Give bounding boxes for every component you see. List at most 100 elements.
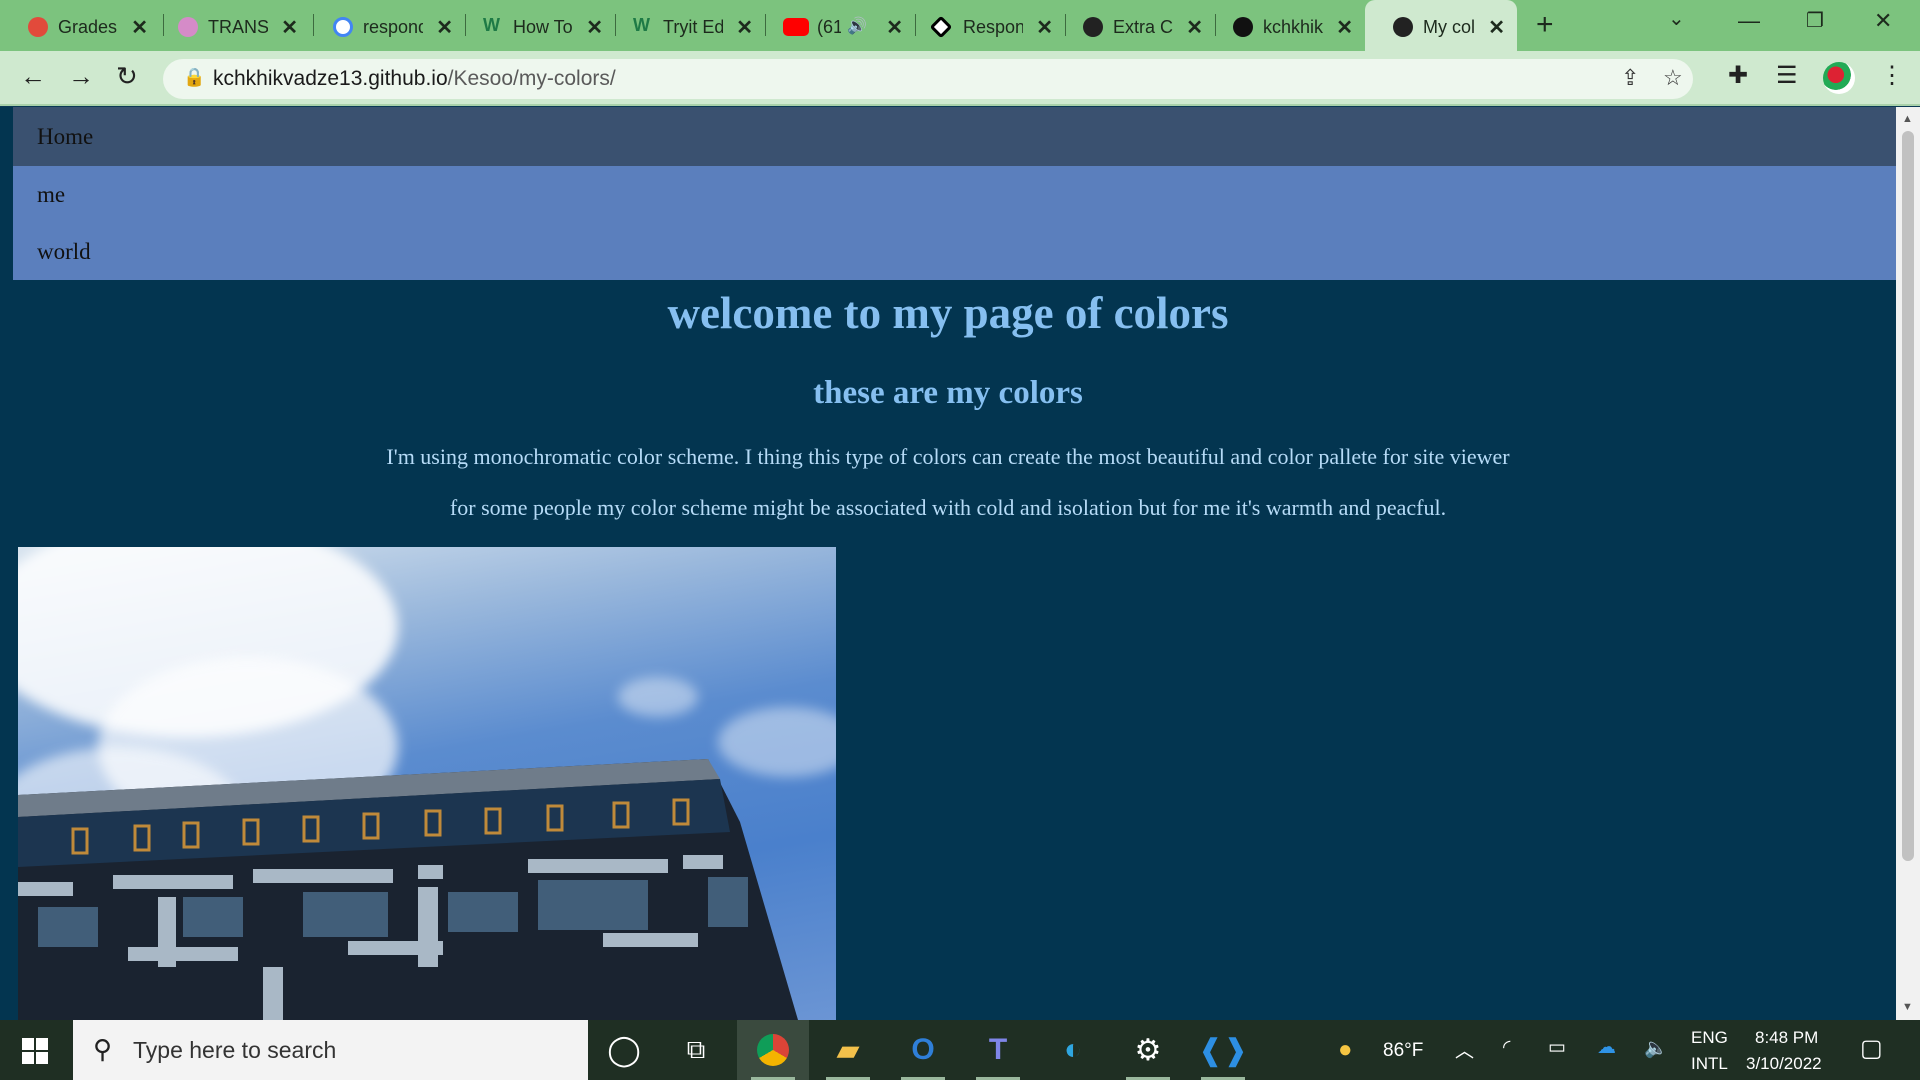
weather-temp[interactable]: 86°F (1383, 1040, 1423, 1062)
search-icon: ⚲ (93, 1034, 113, 1064)
restore-icon[interactable]: ❐ (1806, 8, 1824, 33)
settings-icon[interactable]: ⚙ (1112, 1020, 1184, 1080)
close-icon[interactable]: ✕ (1336, 15, 1353, 40)
tab-title: Tryit Editor (663, 17, 723, 37)
page-title: welcome to my page of colors (667, 288, 1229, 338)
close-icon[interactable]: ✕ (736, 15, 753, 40)
site-nav-home[interactable]: Home (13, 107, 1896, 166)
battery-icon[interactable]: ▭ (1548, 1036, 1566, 1059)
tab-translate[interactable]: TRANSLATE ✕ (150, 4, 310, 49)
second-paragraph: for some people my color scheme might be… (449, 495, 1447, 520)
tab-my-colors[interactable]: My col ✕ (1365, 0, 1517, 51)
forward-icon[interactable]: → (68, 61, 94, 92)
close-icon[interactable]: ✕ (436, 15, 453, 40)
outlook-icon[interactable]: O (887, 1020, 959, 1080)
browser-toolbar: ← → ↻ 🔒 kchkhikvadze13.github.io/Kesoo/m… (0, 51, 1920, 106)
close-window-icon[interactable]: ✕ (1874, 8, 1892, 34)
file-explorer-icon[interactable]: ▰ (812, 1020, 884, 1080)
tab-title: respond (363, 17, 423, 37)
intro-paragraph: I'm using monochromatic color scheme. I … (386, 444, 1510, 469)
page-scrollbar[interactable]: ▲ ▼ (1896, 107, 1920, 1020)
tab-grades[interactable]: Grades ✕ (0, 4, 160, 49)
lock-icon[interactable]: 🔒 (183, 67, 205, 88)
url-text[interactable]: kchkhikvadze13.github.io/Kesoo/my-colors… (213, 67, 616, 91)
close-icon[interactable]: ✕ (131, 15, 148, 40)
menu-kebab-icon[interactable]: ⋮ (1880, 61, 1904, 90)
task-view-icon[interactable]: ⧉ (660, 1020, 732, 1080)
page-subtitle: these are my colors (813, 375, 1083, 411)
site-nav-world[interactable]: world (13, 223, 1896, 280)
tab-title: Grades (58, 17, 118, 37)
keyboard-layout[interactable]: INTL (1691, 1054, 1728, 1074)
tab-respond[interactable]: respond ✕ (305, 4, 465, 49)
close-icon[interactable]: ✕ (886, 15, 903, 40)
share-icon[interactable]: ⇪ (1621, 65, 1639, 91)
globe-icon (1083, 17, 1103, 37)
translate-icon (178, 17, 198, 37)
youtube-icon (783, 18, 809, 36)
close-icon[interactable]: ✕ (281, 15, 298, 40)
building-photo (18, 547, 836, 1020)
onedrive-icon[interactable]: ☁ (1597, 1036, 1616, 1059)
media-queue-icon[interactable]: ☰ (1776, 61, 1798, 90)
tab-github[interactable]: kchkhik ✕ (1205, 4, 1365, 49)
scroll-up-icon[interactable]: ▲ (1902, 113, 1913, 125)
cortana-icon[interactable]: ◯ (588, 1020, 660, 1080)
clock-date[interactable]: 3/10/2022 (1746, 1054, 1822, 1074)
url-host: kchkhikvadze13.github.io (213, 67, 448, 90)
tab-extra[interactable]: Extra C ✕ (1055, 4, 1215, 49)
browser-tab-strip: Grades ✕ TRANSLATE ✕ respond ✕ W How To … (0, 0, 1920, 51)
back-icon[interactable]: ← (20, 61, 46, 92)
minimize-icon[interactable]: — (1738, 8, 1760, 34)
close-icon[interactable]: ✕ (1488, 15, 1505, 40)
tab-tryit[interactable]: W Tryit Editor ✕ (605, 4, 765, 49)
reload-icon[interactable]: ↻ (116, 61, 138, 92)
close-icon[interactable]: ✕ (1186, 15, 1203, 40)
vscode-icon[interactable]: ❰❱ (1187, 1020, 1259, 1080)
scroll-thumb[interactable] (1902, 131, 1914, 861)
url-path: /Kesoo/my-colors/ (447, 67, 616, 90)
new-tab-icon[interactable]: + (1536, 8, 1554, 42)
audio-playing-icon[interactable]: 🔊 (847, 16, 867, 36)
building-graphic (18, 759, 798, 1020)
bookmark-star-icon[interactable]: ☆ (1663, 65, 1683, 91)
language-indicator[interactable]: ENG (1691, 1028, 1728, 1048)
teams-icon[interactable]: T (962, 1020, 1034, 1080)
weather-icon[interactable]: ● (1338, 1036, 1353, 1064)
tab-search-chevron-icon[interactable]: ⌄ (1668, 6, 1685, 31)
clock-time[interactable]: 8:48 PM (1755, 1028, 1818, 1048)
codepen-icon (929, 15, 953, 39)
chrome-icon[interactable] (737, 1020, 809, 1080)
tab-title: (61 (817, 17, 841, 37)
taskbar-search[interactable]: ⚲ Type here to search (73, 1020, 588, 1080)
close-icon[interactable]: ✕ (586, 15, 603, 40)
w3-icon: W (633, 15, 650, 35)
w3-icon: W (483, 15, 500, 35)
tab-youtube[interactable]: (61 🔊 ✕ (755, 4, 915, 49)
tab-how-to[interactable]: W How To ✕ (455, 4, 615, 49)
edge-icon[interactable]: ◐ (1037, 1020, 1109, 1080)
tab-title: TRANSLATE (208, 17, 268, 37)
google-icon (333, 17, 353, 37)
tab-title: Respon (963, 17, 1023, 37)
profile-avatar[interactable] (1823, 62, 1855, 94)
chrome-logo (757, 1034, 789, 1066)
tab-title: Extra C (1113, 17, 1173, 37)
close-icon[interactable]: ✕ (1036, 15, 1053, 40)
tab-title: My col (1423, 17, 1476, 37)
page-viewport: Home me world welcome to my page of colo… (0, 107, 1896, 1020)
extensions-icon[interactable]: ✚ (1728, 61, 1748, 90)
site-nav: Home me world (13, 107, 1896, 280)
tab-title: How To (513, 17, 573, 37)
address-bar[interactable]: 🔒 kchkhikvadze13.github.io/Kesoo/my-colo… (163, 59, 1693, 99)
tab-codepen[interactable]: Respon ✕ (905, 4, 1065, 49)
scroll-down-icon[interactable]: ▼ (1902, 1001, 1913, 1013)
wifi-icon[interactable]: ◜ (1503, 1036, 1510, 1059)
windows-taskbar: ⚲ Type here to search ◯ ⧉ ▰ O T ◐ ⚙ ❰❱ ●… (0, 1020, 1920, 1080)
site-nav-me[interactable]: me (13, 166, 1896, 223)
notifications-icon[interactable]: ▢ (1860, 1034, 1883, 1063)
tray-chevron-icon[interactable]: ︿ (1455, 1036, 1474, 1063)
search-placeholder: Type here to search (133, 1037, 337, 1063)
volume-icon[interactable]: 🔈 (1644, 1036, 1668, 1060)
windows-start-icon[interactable] (22, 1038, 48, 1064)
